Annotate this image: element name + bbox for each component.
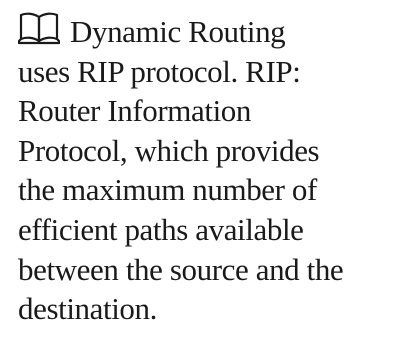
- note-line-8: destination.: [18, 291, 157, 327]
- note-line-6: efficient paths available: [18, 211, 304, 247]
- note-line-3: Router Information: [18, 93, 251, 129]
- open-book-icon: [18, 11, 60, 45]
- note-line-7: between the source and the: [18, 251, 344, 287]
- note-paragraph: Dynamic Routing uses RIP protocol. RIP: …: [18, 11, 398, 329]
- note-line-5: the maximum number of: [18, 172, 317, 208]
- note-line-4: Protocol, which provides: [18, 132, 320, 168]
- note-line-2: uses RIP protocol. RIP:: [18, 53, 301, 89]
- note-line-1: Dynamic Routing: [18, 11, 398, 52]
- note-text-1: Dynamic Routing: [70, 14, 286, 49]
